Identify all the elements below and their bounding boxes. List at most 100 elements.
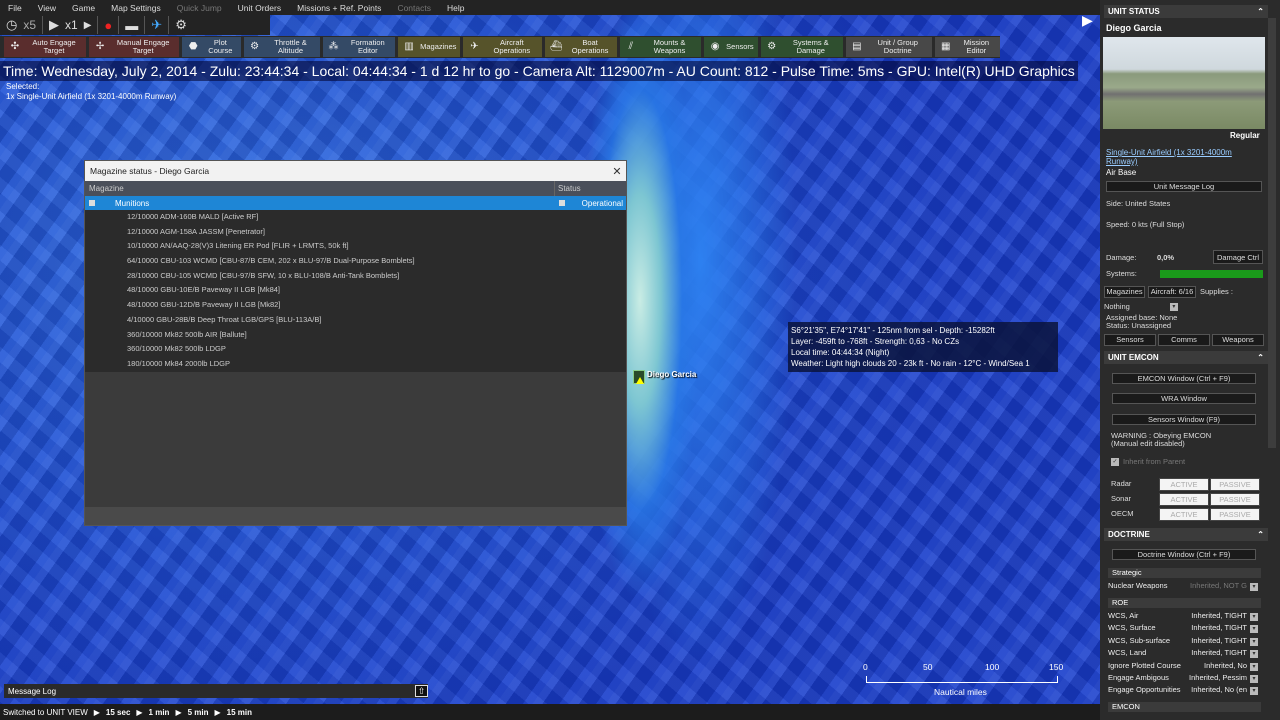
toolbar-auto-engage-target-button[interactable]: ✣ Auto Engage Target: [4, 37, 87, 57]
doctrine-row[interactable]: WCS, Air Inherited, TIGHT ▾: [1108, 611, 1258, 623]
nothing-dropdown[interactable]: Nothing ▾: [1104, 302, 1180, 312]
play-icon[interactable]: ▶: [42, 16, 59, 34]
unit-type-link[interactable]: Single-Unit Airfield (1x 3201-4000m Runw…: [1106, 148, 1256, 166]
inherit-checkbox[interactable]: ✓ Inherit from Parent: [1111, 457, 1185, 466]
wra-window-button[interactable]: WRA Window: [1112, 393, 1256, 404]
emcon-active-toggle[interactable]: ACTIVE: [1159, 508, 1209, 521]
chevron-down-icon[interactable]: ▾: [1169, 303, 1178, 311]
menu-contacts[interactable]: Contacts: [389, 3, 439, 13]
doctrine-header[interactable]: DOCTRINE ⌃: [1104, 528, 1268, 541]
doctrine-row[interactable]: WCS, Sub-surface Inherited, TIGHT ▾: [1108, 636, 1258, 648]
chevron-down-icon[interactable]: ▾: [1250, 625, 1258, 634]
record-icon[interactable]: ●: [97, 16, 112, 34]
toolbar-unit-group-doctrine-button[interactable]: ▤ Unit / Group Doctrine: [845, 37, 932, 57]
toolbar-plot-course-button[interactable]: ⬣ Plot Course: [182, 37, 241, 57]
airbase-unit-icon[interactable]: [633, 370, 645, 384]
message-log-bar[interactable]: Message Log ⇧: [4, 684, 428, 698]
emcon-active-toggle[interactable]: ACTIVE: [1159, 493, 1209, 506]
doctrine-row[interactable]: WCS, Surface Inherited, TIGHT ▾: [1108, 623, 1258, 635]
emcon-active-toggle[interactable]: ACTIVE: [1159, 478, 1209, 491]
sensors-button[interactable]: Sensors: [1104, 334, 1156, 346]
chevron-down-icon[interactable]: ▾: [1250, 650, 1258, 659]
panel-toggle-arrow-icon[interactable]: ▶: [1082, 12, 1098, 34]
panel-scrollbar[interactable]: [1268, 18, 1276, 448]
doctrine-row-nuclear[interactable]: Nuclear Weapons Inherited, NOT G ▾: [1108, 581, 1258, 593]
pin-icon[interactable]: ✈: [144, 16, 162, 34]
toolbar-boat-operations-button[interactable]: ⛴ Boat Operations: [545, 37, 617, 57]
step-1min[interactable]: 1 min: [149, 708, 170, 717]
toolbar-sensors-button[interactable]: ◉ Sensors: [704, 37, 758, 57]
chevron-down-icon[interactable]: ▾: [1250, 662, 1258, 671]
toolbar-throttle-altitude-button[interactable]: ⚙ Throttle & Altitude: [243, 37, 320, 57]
collapse-icon[interactable]: [89, 200, 95, 206]
chevron-down-icon[interactable]: ▾: [1250, 637, 1258, 646]
collapse-icon[interactable]: ⌃: [1257, 353, 1264, 362]
doctrine-row[interactable]: WCS, Land Inherited, TIGHT ▾: [1108, 648, 1258, 660]
toolbar-formation-editor-button[interactable]: ⁂ Formation Editor: [322, 37, 396, 57]
step-icon[interactable]: ▶: [84, 16, 92, 34]
doctrine-row[interactable]: Ignore Plotted Course Inherited, No ▾: [1108, 661, 1258, 673]
toolbar-mission-editor-button[interactable]: ▦ Mission Editor: [934, 37, 1000, 57]
col-magazine[interactable]: Magazine: [85, 181, 555, 196]
menu-help[interactable]: Help: [439, 3, 472, 13]
play-icon[interactable]: ▶: [136, 708, 142, 717]
tab-aircraft[interactable]: Aircraft: 6/16: [1148, 286, 1196, 298]
menu-unit-orders[interactable]: Unit Orders: [230, 3, 289, 13]
doctrine-row[interactable]: Engage Ambigous Inherited, Pessim ▾: [1108, 673, 1258, 685]
emcon-passive-toggle[interactable]: PASSIVE: [1210, 493, 1260, 506]
diego-garcia-marker[interactable]: Diego Garcia: [633, 370, 696, 384]
collapse-icon[interactable]: [559, 200, 565, 206]
doctrine-row[interactable]: Engage Opportunities Inherited, No (en ▾: [1108, 685, 1258, 697]
chevron-down-icon[interactable]: ▾: [1250, 675, 1258, 683]
chevron-down-icon[interactable]: ▾: [1250, 583, 1258, 591]
magazine-row[interactable]: 48/10000 GBU-10E/B Paveway II LGB [Mk84]: [85, 283, 626, 298]
magazine-row[interactable]: 360/10000 Mk82 500lb LDGP: [85, 342, 626, 357]
play-icon[interactable]: ▶: [215, 708, 221, 717]
toolbar-aircraft-operations-button[interactable]: ✈ Aircraft Operations: [463, 37, 543, 57]
damage-ctrl-button[interactable]: Damage Ctrl: [1213, 250, 1263, 264]
chevron-down-icon[interactable]: ▾: [1250, 613, 1258, 621]
menu-missions[interactable]: Missions + Ref. Points: [289, 3, 389, 13]
close-icon[interactable]: ✕: [608, 165, 626, 178]
menu-game[interactable]: Game: [64, 3, 103, 13]
toolbar-systems-damage-button[interactable]: ⚙ Systems & Damage: [760, 37, 843, 57]
magazine-row[interactable]: 64/10000 CBU-103 WCMD [CBU-87/B CEM, 202…: [85, 254, 626, 269]
unit-emcon-header[interactable]: UNIT EMCON ⌃: [1104, 351, 1268, 364]
col-status[interactable]: Status: [555, 181, 626, 196]
unit-message-log-button[interactable]: Unit Message Log: [1106, 181, 1262, 192]
play-icon[interactable]: ▶: [175, 708, 181, 717]
doctrine-window-button[interactable]: Doctrine Window (Ctrl + F9): [1112, 549, 1256, 560]
magazine-row[interactable]: 12/10000 AGM-158A JASSM [Penetrator]: [85, 225, 626, 240]
magazine-group-row[interactable]: Munitions Operational: [85, 196, 626, 210]
magazine-row[interactable]: 4/10000 GBU-28B/B Deep Throat LGB/GPS [B…: [85, 313, 626, 328]
magazine-row[interactable]: 12/10000 ADM-160B MALD [Active RF]: [85, 210, 626, 225]
magazine-row[interactable]: 10/10000 AN/AAQ-28(V)3 Litening ER Pod […: [85, 239, 626, 254]
magazine-row[interactable]: 180/10000 Mk84 2000lb LDGP: [85, 357, 626, 372]
checkbox-icon[interactable]: ✓: [1111, 457, 1119, 466]
emcon-window-button[interactable]: EMCON Window (Ctrl + F9): [1112, 373, 1256, 384]
weapons-button[interactable]: Weapons: [1212, 334, 1264, 346]
sensors-window-button[interactable]: Sensors Window (F9): [1112, 414, 1256, 425]
step-5min[interactable]: 5 min: [188, 708, 209, 717]
toolbar-magazines-button[interactable]: ▥ Magazines: [398, 37, 461, 57]
clock-icon[interactable]: ◷: [6, 16, 17, 34]
tab-magazines[interactable]: Magazines: [1104, 286, 1145, 298]
collapse-icon[interactable]: ⌃: [1257, 7, 1264, 16]
menu-map-settings[interactable]: Map Settings: [103, 3, 169, 13]
menu-file[interactable]: File: [0, 3, 30, 13]
toolbar-manual-engage-target-button[interactable]: ✢ Manual Engage Target: [89, 37, 180, 57]
emcon-passive-toggle[interactable]: PASSIVE: [1210, 508, 1260, 521]
ship-view-icon[interactable]: ▬: [118, 16, 138, 34]
emcon-passive-toggle[interactable]: PASSIVE: [1210, 478, 1260, 491]
magazine-row[interactable]: 360/10000 Mk82 500lb AIR [Ballute]: [85, 328, 626, 343]
tab-supplies[interactable]: Supplies :: [1200, 287, 1233, 297]
play-icon[interactable]: ▶: [94, 708, 100, 717]
speed-x1[interactable]: x1: [65, 16, 78, 34]
step-15sec[interactable]: 15 sec: [106, 708, 130, 717]
comms-button[interactable]: Comms: [1158, 334, 1210, 346]
menu-quick-jump[interactable]: Quick Jump: [169, 3, 230, 13]
toolbar-mounts-weapons-button[interactable]: ⫽ Mounts & Weapons: [619, 37, 702, 57]
magazine-row[interactable]: 48/10000 GBU-12D/B Paveway II LGB [Mk82]: [85, 298, 626, 313]
unit-status-header[interactable]: UNIT STATUS ⌃: [1104, 5, 1268, 18]
collapse-icon[interactable]: ⌃: [1257, 530, 1264, 539]
